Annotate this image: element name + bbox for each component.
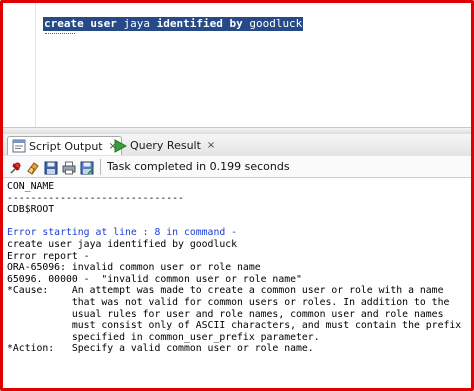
output-line: ORA-65096: invalid common user or role n… — [7, 262, 261, 274]
window-frame: create user jaya identified by goodluck … — [0, 0, 474, 391]
output-line: 65096. 00000 - "invalid common user or r… — [7, 273, 302, 285]
tab-query-result-label: Query Result — [130, 139, 201, 152]
output-line: CON_NAME — [7, 181, 55, 192]
tab-query-result[interactable]: Query Result × — [109, 136, 219, 155]
eraser-icon[interactable] — [26, 160, 40, 175]
sql-username: jaya — [116, 17, 157, 30]
output-line: specified in common_user_prefix paramete… — [7, 331, 320, 343]
output-tab-bar: Script Output × Query Result × — [3, 134, 471, 157]
spellcheck-squiggle — [45, 31, 75, 34]
task-status: Task completed in 0.199 seconds — [107, 160, 290, 173]
sql-editor[interactable]: create user jaya identified by goodluck — [3, 3, 471, 127]
tab-script-output-label: Script Output — [29, 139, 103, 153]
gutter-divider — [35, 3, 36, 127]
output-text: CON_NAME ------------------------------ CD… — [7, 181, 461, 355]
pin-icon[interactable] — [8, 160, 22, 174]
output-line: Error starting at line : 8 in command - — [7, 227, 238, 239]
output-line: must consist only of ASCII characters, a… — [7, 320, 462, 332]
editor-gutter — [3, 3, 31, 127]
save-as-icon[interactable] — [80, 160, 94, 175]
output-toolbar: Task completed in 0.199 seconds — [3, 156, 471, 178]
save-icon[interactable] — [44, 160, 58, 174]
output-line: that was not valid for common users or r… — [7, 296, 450, 308]
output-line: create user jaya identified by goodluck — [7, 238, 238, 250]
sql-keyword-create-user: create user — [44, 17, 117, 30]
tab-script-output[interactable]: Script Output × — [7, 136, 123, 155]
output-line: CDB$ROOT — [7, 204, 55, 216]
selected-sql-statement[interactable]: create user jaya identified by goodluck — [43, 17, 304, 31]
script-output-icon — [12, 139, 26, 153]
output-line: ------------------------------ — [7, 192, 184, 204]
sql-password: goodluck — [242, 17, 303, 30]
sql-keyword-identified-by: identified by — [156, 17, 243, 30]
close-icon[interactable]: × — [207, 140, 215, 151]
script-output-panel[interactable]: CON_NAME ------------------------------ CD… — [3, 179, 471, 388]
output-line: usual rules for user and role names, com… — [7, 308, 444, 320]
toolbar-separator — [100, 158, 101, 175]
output-line: *Cause: An attempt was made to create a … — [7, 285, 444, 297]
output-line: Error report - — [7, 250, 90, 262]
run-triangle-icon — [113, 138, 128, 153]
print-icon[interactable] — [62, 160, 76, 174]
output-line: *Action: Specify a valid common user or … — [7, 343, 314, 355]
